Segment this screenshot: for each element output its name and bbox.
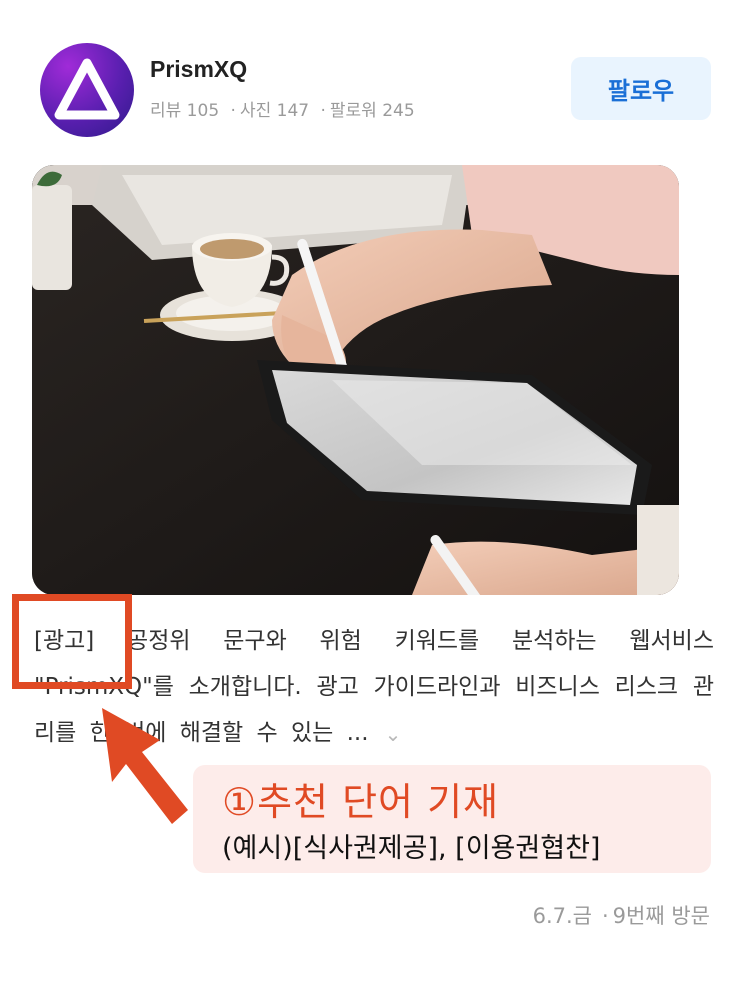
review-count: 리뷰 105 xyxy=(150,101,220,121)
photo-count: 사진 147 xyxy=(239,101,310,121)
follow-button[interactable]: 팔로우 xyxy=(571,57,711,120)
review-photo[interactable] xyxy=(32,165,679,595)
tablet-desk-photo xyxy=(32,165,679,595)
visit-date: 6.7.금 xyxy=(532,904,592,928)
annotation-title: ①추천 단어 기재 xyxy=(222,780,499,824)
profile-stats: 리뷰 105 · 사진 147 · 팔로워 245 xyxy=(150,96,415,121)
stats-separator: · xyxy=(230,101,236,121)
triangle-logo-icon xyxy=(54,58,120,120)
avatar[interactable] xyxy=(40,43,134,137)
visit-meta: 6.7.금 · 9번째 방문 xyxy=(533,900,710,930)
visit-count: 9번째 방문 xyxy=(612,904,710,928)
arrow-pointer-icon xyxy=(102,708,188,824)
ad-tag-highlight-box xyxy=(12,594,132,689)
chevron-down-icon[interactable]: ⌄ xyxy=(385,711,402,757)
visit-separator: · xyxy=(601,904,609,928)
follower-count: 팔로워 245 xyxy=(329,101,415,121)
stats-separator: · xyxy=(320,101,326,121)
username[interactable]: PrismXQ xyxy=(150,56,247,83)
annotation-example: (예시)[식사권제공], [이용권협찬] xyxy=(222,833,601,864)
